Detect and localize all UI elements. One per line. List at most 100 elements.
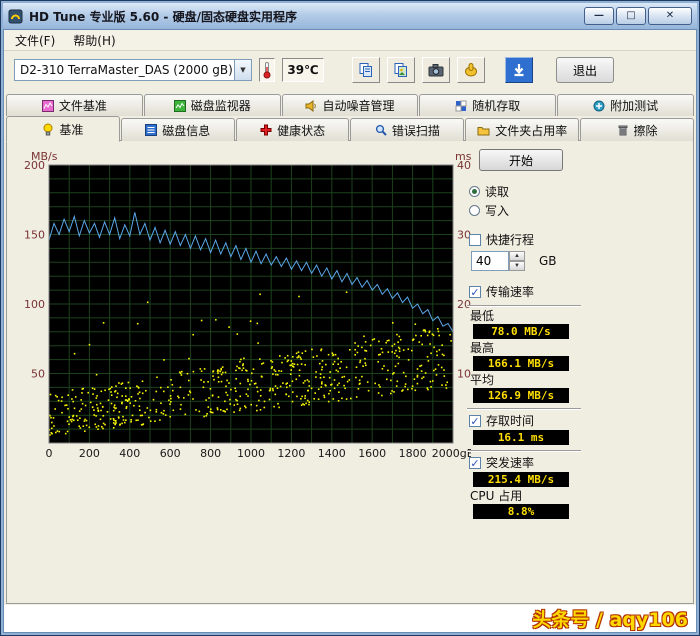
svg-text:800: 800 [200,447,221,460]
speaker-icon [305,99,317,112]
avg-value-display: 126.9 MB/s [473,388,569,403]
trash-icon [617,124,629,136]
tab-file-benchmark[interactable]: 文件基准 [6,94,143,116]
menu-file[interactable]: 文件(F) [6,30,64,51]
close-button[interactable]: ✕ [648,7,692,25]
copy-text-icon[interactable] [352,57,380,83]
tab-label: 文件基准 [58,99,107,113]
divider [467,305,581,307]
tab-error-scan[interactable]: 错误扫描 [350,118,465,141]
short-stroke-checkbox[interactable] [469,233,481,246]
benchmark-tab-page: MB/s ms 50 100 150 200 10 20 30 40 0 200 400 600 800 10… [6,140,694,604]
tab-label: 随机存取 [472,99,521,113]
transfer-rate-checkbox[interactable] [469,285,481,298]
tab-disk-info[interactable]: 磁盘信息 [120,118,235,141]
temperature-display: 39℃ [282,58,324,82]
tab-row-main: 基准 磁盘信息 健康状态 错误扫描 文件夹占用率 擦除 [4,116,696,142]
exit-button[interactable]: 退出 [556,57,614,83]
camera-icon[interactable] [422,57,450,83]
maximize-button[interactable]: □ [616,7,646,25]
svg-text:200: 200 [24,159,45,172]
tab-label: 错误扫描 [391,123,440,138]
divider [467,450,581,452]
start-button[interactable]: 开始 [479,149,563,171]
chevron-down-icon[interactable]: ▼ [234,60,251,80]
disk-monitor-icon [173,99,186,112]
read-radio[interactable] [469,186,480,197]
svg-text:50: 50 [31,368,45,381]
short-stroke-unit: GB [539,254,557,268]
tab-label: 文件夹占用率 [495,123,568,138]
svg-text:600: 600 [160,447,181,460]
cpu-usage-label: CPU 占用 [470,489,523,503]
menu-help[interactable]: 帮助(H) [64,30,124,51]
short-stroke-input[interactable] [471,251,509,271]
tab-label: 磁盘监视器 [190,99,251,113]
benchmark-chart: MB/s ms50100150200102030400 200 400 600 800 10… [24,150,471,460]
download-icon[interactable] [505,57,533,83]
app-window: HD Tune 专业版 5.60 - 硬盘/固态硬盘实用程序 — □ ✕ 文件(… [0,0,700,636]
svg-text:1000: 1000 [237,447,265,460]
access-time-value-display: 16.1 ms [473,430,569,445]
cpu-usage-value-display: 8.8% [473,504,569,519]
svg-text:200: 200 [79,447,100,460]
spin-up-button[interactable]: ▲ [509,251,525,261]
drive-select[interactable]: D2-310 TerraMaster_DAS (2000 gB) ▼ [14,59,252,81]
minimize-button[interactable]: — [584,7,614,25]
max-value-display: 166.1 MB/s [473,356,569,371]
bulb-icon [42,123,54,136]
avg-label: 平均 [470,373,495,387]
tab-benchmark[interactable]: 基准 [6,116,120,142]
svg-text:0: 0 [46,447,53,460]
tab-label: 磁盘信息 [162,123,211,138]
tab-erase[interactable]: 擦除 [580,118,694,141]
tab-health[interactable]: 健康状态 [235,118,350,141]
chart-area: MB/s ms 50 100 150 200 10 20 30 40 0 200 400 600 800 10… [19,149,471,467]
app-icon [8,9,23,24]
tab-random-access[interactable]: 随机存取 [419,94,557,116]
access-time-label: 存取时间 [486,414,535,428]
magnifier-icon [375,124,387,136]
hand-icon[interactable] [457,57,485,83]
short-stroke-label: 快捷行程 [486,233,535,247]
folder-icon [477,125,490,136]
svg-text:400: 400 [119,447,140,460]
svg-text:1200: 1200 [277,447,305,460]
burst-rate-label: 突发速率 [486,456,535,470]
svg-text:2000gB: 2000gB [432,447,471,460]
transfer-rate-label: 传输速率 [486,285,535,299]
svg-text:1400: 1400 [318,447,346,460]
tab-folder-usage[interactable]: 文件夹占用率 [465,118,580,141]
svg-text:1600: 1600 [358,447,386,460]
divider [467,408,581,410]
write-radio[interactable] [469,205,480,216]
tab-row-secondary: 文件基准 磁盘监视器 自动噪音管理 随机存取 附加测试 [4,94,696,116]
burst-rate-value-display: 215.4 MB/s [473,472,569,487]
spin-down-button[interactable]: ▼ [509,261,525,271]
toolbar: D2-310 TerraMaster_DAS (2000 gB) ▼ 39℃ 退… [4,51,696,89]
min-value-display: 78.0 MB/s [473,324,569,339]
tab-label: 健康状态 [277,123,326,138]
tab-extra-tests[interactable]: 附加测试 [557,94,694,116]
title-bar: HD Tune 专业版 5.60 - 硬盘/固态硬盘实用程序 — □ ✕ [3,3,697,29]
menu-bar: 文件(F) 帮助(H) [4,30,696,51]
short-stroke-spinner: ▲ ▼ GB [471,251,581,271]
svg-text:1800: 1800 [399,447,427,460]
benchmark-controls: 开始 读取 写入 快捷行程 ▲ ▼ [467,149,581,521]
client-area: 文件(F) 帮助(H) D2-310 TerraMaster_DAS (2000… [3,29,697,633]
copy-image-icon[interactable] [387,57,415,83]
tab-label: 附加测试 [610,99,659,113]
bottom-strip: 头条号 / aqy106 [4,605,696,632]
info-icon [145,124,158,136]
access-time-checkbox[interactable] [469,414,481,427]
extra-tests-icon [593,100,605,112]
burst-rate-checkbox[interactable] [469,456,481,469]
file-benchmark-icon [41,99,54,112]
tab-label: 基准 [59,122,84,137]
window-title: HD Tune 专业版 5.60 - 硬盘/固态硬盘实用程序 [29,9,297,24]
tab-disk-monitor[interactable]: 磁盘监视器 [143,94,281,116]
drive-select-value: D2-310 TerraMaster_DAS (2000 gB) [20,63,233,77]
svg-text:100: 100 [24,298,45,311]
watermark-text: 头条号 / aqy106 [532,609,688,631]
tab-acoustic-management[interactable]: 自动噪音管理 [281,94,419,116]
